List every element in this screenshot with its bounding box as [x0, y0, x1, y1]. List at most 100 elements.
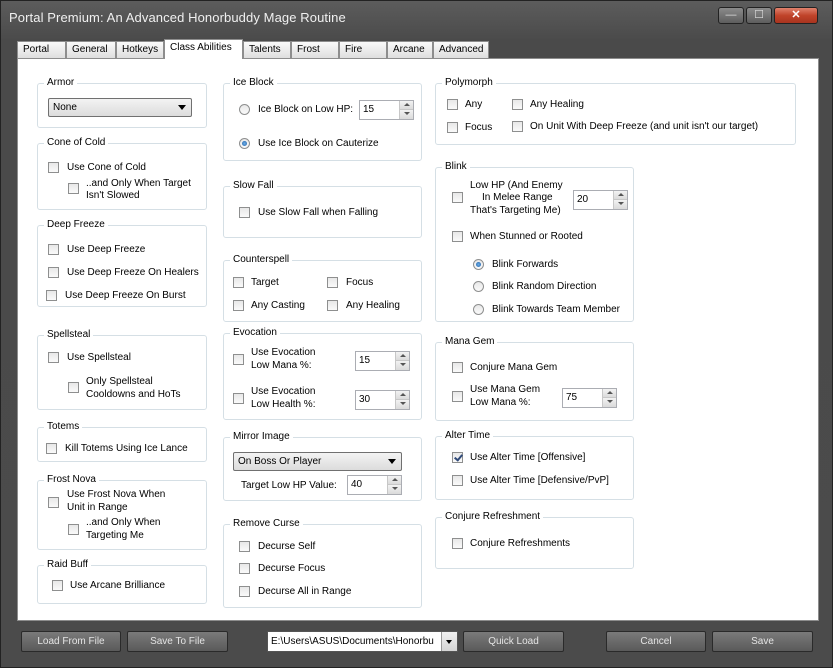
arrow-up-icon[interactable] [613, 191, 627, 200]
cone-only-when-target-checkbox[interactable] [68, 183, 79, 194]
decurse-focus-checkbox[interactable] [239, 563, 250, 574]
use-deep-freeze-checkbox[interactable] [48, 244, 59, 255]
evocation-mana-label-2: Low Mana %: [251, 360, 312, 371]
ice-block-low-hp-stepper[interactable]: 15 [359, 100, 414, 120]
polymorph-deep-freeze-checkbox[interactable] [512, 121, 523, 132]
blink-team-radio[interactable] [473, 304, 484, 315]
tab-arcane[interactable]: Arcane [387, 41, 433, 58]
blink-stunned-label: When Stunned or Rooted [470, 231, 583, 242]
tab-fire[interactable]: Fire [339, 41, 387, 58]
polymorph-deep-freeze-label: On Unit With Deep Freeze (and unit isn't… [530, 121, 759, 132]
evocation-health-checkbox[interactable] [233, 393, 244, 404]
evocation-mana-stepper[interactable]: 15 [355, 351, 410, 371]
evocation-health-label-2: Low Health %: [251, 399, 316, 410]
counterspell-focus-checkbox[interactable] [327, 277, 338, 288]
arrow-down-icon[interactable] [395, 361, 409, 370]
decurse-focus-label: Decurse Focus [258, 563, 326, 574]
conjure-refreshments-checkbox[interactable] [452, 538, 463, 549]
arrow-up-icon[interactable] [602, 389, 616, 398]
tab-frost[interactable]: Frost [291, 41, 339, 58]
arrow-down-icon[interactable] [399, 110, 413, 119]
quick-load-button[interactable]: Quick Load [463, 631, 564, 652]
counterspell-any-casting-checkbox[interactable] [233, 300, 244, 311]
blink-low-hp-checkbox[interactable] [452, 192, 463, 203]
polymorph-focus-checkbox[interactable] [447, 122, 458, 133]
alter-time-offensive-checkbox[interactable] [452, 452, 463, 463]
use-frost-nova-label-1: Use Frost Nova When [67, 489, 166, 500]
cancel-button[interactable]: Cancel [606, 631, 706, 652]
save-button[interactable]: Save [712, 631, 813, 652]
cone-of-cold-title: Cone of Cold [44, 137, 109, 148]
blink-low-hp-stepper[interactable]: 20 [573, 190, 628, 210]
tab-general[interactable]: General [66, 41, 116, 58]
deep-freeze-healers-checkbox[interactable] [48, 267, 59, 278]
tab-hotkeys[interactable]: Hotkeys [116, 41, 164, 58]
polymorph-any-label: Any [465, 99, 483, 110]
alter-time-defensive-label: Use Alter Time [Defensive/PvP] [470, 475, 609, 486]
use-frost-nova-checkbox[interactable] [48, 497, 59, 508]
save-to-file-button[interactable]: Save To File [127, 631, 228, 652]
counterspell-any-healing-checkbox[interactable] [327, 300, 338, 311]
kill-totems-checkbox[interactable] [46, 443, 57, 454]
polymorph-focus-label: Focus [465, 122, 493, 133]
conjure-mana-gem-checkbox[interactable] [452, 362, 463, 373]
arcane-brilliance-label: Use Arcane Brilliance [70, 580, 166, 591]
evocation-mana-checkbox[interactable] [233, 354, 244, 365]
use-spellsteal-checkbox[interactable] [48, 352, 59, 363]
armor-group: Armor None [37, 77, 207, 128]
arrow-down-icon[interactable] [387, 485, 401, 494]
use-mana-gem-stepper[interactable]: 75 [562, 388, 617, 408]
decurse-self-label: Decurse Self [258, 541, 316, 552]
arrow-up-icon[interactable] [395, 352, 409, 361]
ice-block-cauterize-radio[interactable] [239, 138, 250, 149]
polymorph-any-checkbox[interactable] [447, 99, 458, 110]
arrow-down-icon[interactable] [613, 200, 627, 209]
arrow-up-icon[interactable] [387, 476, 401, 485]
frost-nova-only-checkbox[interactable] [68, 524, 79, 535]
arrow-up-icon[interactable] [395, 391, 409, 400]
deep-freeze-title: Deep Freeze [44, 219, 108, 230]
ice-block-low-hp-radio[interactable] [239, 104, 250, 115]
title-bar[interactable]: Portal Premium: An Advanced Honorbuddy M… [1, 1, 832, 35]
profile-path-select[interactable]: E:\Users\ASUS\Documents\Honorbu [267, 631, 458, 652]
blink-stunned-checkbox[interactable] [452, 231, 463, 242]
tab-portal[interactable]: Portal [17, 41, 66, 58]
counterspell-group: Counterspell Target Focus Any Casting An… [223, 254, 422, 322]
armor-select[interactable]: None [48, 98, 192, 117]
deep-freeze-burst-checkbox[interactable] [46, 290, 57, 301]
use-mana-gem-checkbox[interactable] [452, 391, 463, 402]
mirror-image-target-low-hp-stepper[interactable]: 40 [347, 475, 402, 495]
alter-time-defensive-checkbox[interactable] [452, 475, 463, 486]
arrow-up-icon[interactable] [399, 101, 413, 110]
mirror-image-select[interactable]: On Boss Or Player [233, 452, 402, 471]
blink-low-hp-label-2: In Melee Range [482, 192, 553, 203]
window-title: Portal Premium: An Advanced Honorbuddy M… [9, 10, 346, 25]
arcane-brilliance-checkbox[interactable] [52, 580, 63, 591]
armor-title: Armor [44, 77, 78, 88]
totems-title: Totems [44, 421, 83, 432]
spellsteal-only-checkbox[interactable] [68, 382, 79, 393]
tab-class-abilities[interactable]: Class Abilities [164, 39, 243, 59]
decurse-self-checkbox[interactable] [239, 541, 250, 552]
arrow-down-icon[interactable] [395, 400, 409, 409]
spellsteal-title: Spellsteal [44, 329, 94, 340]
tab-advanced[interactable]: Advanced [433, 41, 489, 58]
evocation-health-stepper[interactable]: 30 [355, 390, 410, 410]
arrow-down-icon[interactable] [602, 398, 616, 407]
blink-title: Blink [442, 161, 470, 172]
decurse-all-checkbox[interactable] [239, 586, 250, 597]
tab-talents[interactable]: Talents [243, 41, 291, 58]
counterspell-target-checkbox[interactable] [233, 277, 244, 288]
class-abilities-panel: Armor None Cone of Cold Use Cone of Cold… [17, 58, 819, 621]
slow-fall-label: Use Slow Fall when Falling [258, 207, 379, 218]
blink-forwards-radio[interactable] [473, 259, 484, 270]
chevron-down-icon[interactable] [441, 632, 457, 651]
close-icon[interactable]: ✕ [774, 7, 818, 24]
load-from-file-button[interactable]: Load From File [21, 631, 121, 652]
maximize-icon[interactable]: ☐ [746, 7, 772, 24]
minimize-icon[interactable]: — [718, 7, 744, 24]
blink-random-radio[interactable] [473, 281, 484, 292]
slow-fall-checkbox[interactable] [239, 207, 250, 218]
use-cone-of-cold-checkbox[interactable] [48, 162, 59, 173]
polymorph-any-healing-checkbox[interactable] [512, 99, 523, 110]
